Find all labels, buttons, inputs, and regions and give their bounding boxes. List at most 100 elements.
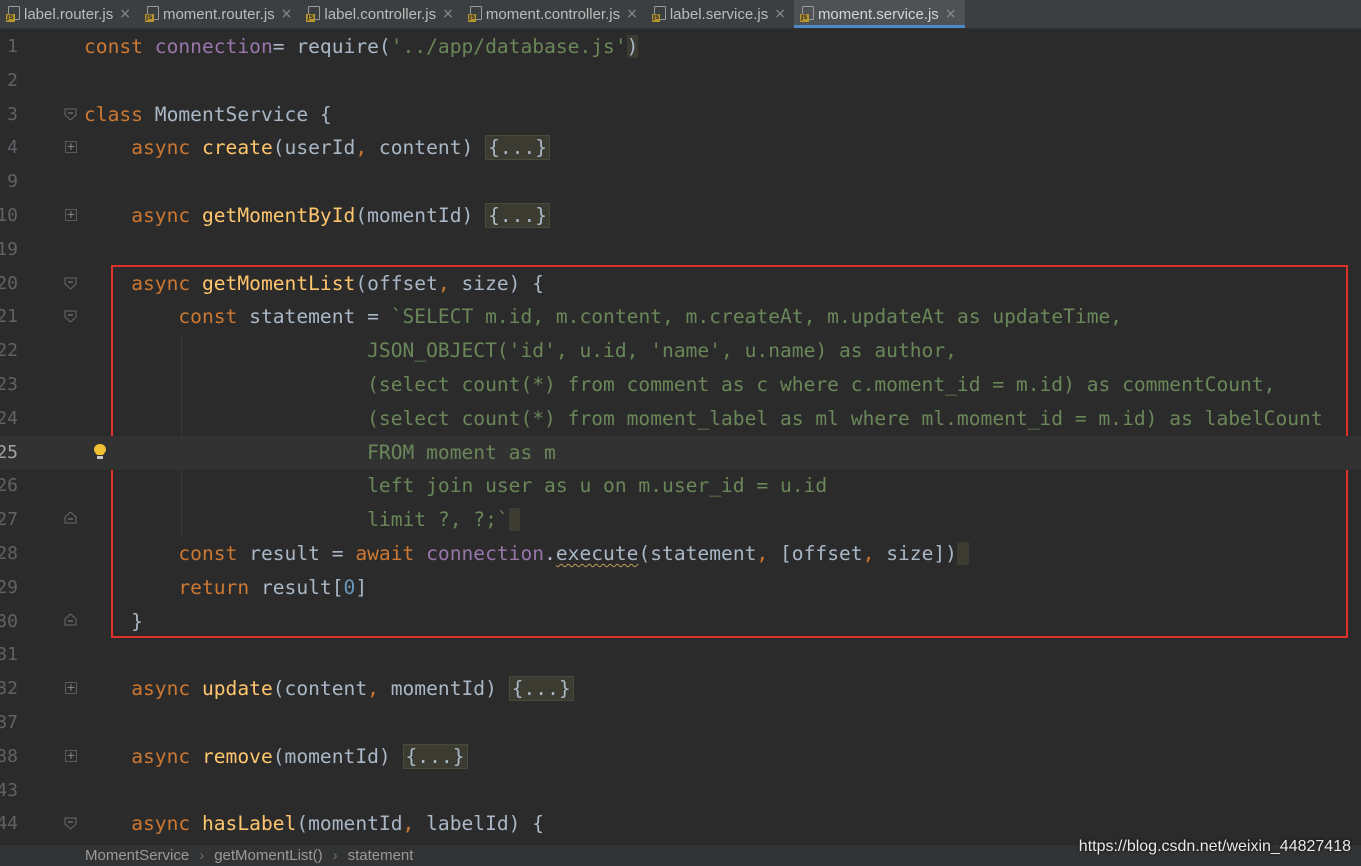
close-icon[interactable]: × — [442, 6, 454, 22]
folded-code-placeholder[interactable]: {...} — [485, 135, 551, 161]
line-number: 20 — [0, 272, 18, 294]
code-line[interactable]: 37 — [0, 706, 1361, 740]
code-line[interactable]: 26 left join user as u on m.user_id = u.… — [0, 469, 1361, 503]
close-icon[interactable]: × — [281, 6, 293, 22]
close-icon[interactable]: × — [945, 6, 957, 22]
close-icon[interactable]: × — [119, 6, 131, 22]
line-number: 19 — [0, 238, 18, 260]
editor-tab-bar: JS label.router.js × JS moment.router.js × JS l… — [0, 0, 1361, 29]
fold-expand-icon[interactable]: + — [65, 682, 77, 695]
close-icon[interactable]: × — [626, 6, 638, 22]
code-line[interactable]: 24 (select count(*) from moment_label as… — [0, 402, 1361, 436]
code-token: async — [131, 677, 202, 701]
tab-label-service-js[interactable]: JS label.service.js × — [646, 0, 794, 28]
code-token: getMomentById — [201, 204, 356, 227]
code-line[interactable]: 38 + async remove(momentId) {...} — [0, 740, 1361, 774]
code-line[interactable]: 9 — [0, 165, 1361, 199]
breadcrumb-item[interactable]: statement — [348, 847, 414, 864]
code-token: , — [367, 677, 391, 701]
line-number: 23 — [0, 374, 18, 395]
fold-expand-icon[interactable]: + — [65, 141, 77, 154]
fold-collapse-icon[interactable] — [64, 108, 77, 121]
code-token: (momentId) — [355, 204, 486, 227]
code-editor[interactable]: 1 const connection= require('../app/datab… — [0, 29, 1361, 844]
code-line[interactable]: 44 async hasLabel(momentId, labelId) { — [0, 807, 1361, 841]
line-number: 25 — [0, 441, 18, 463]
code-token: ] — [355, 575, 368, 599]
code-token: labelId) { — [426, 812, 545, 836]
close-icon[interactable]: × — [774, 6, 786, 22]
folded-code-placeholder[interactable]: {...} — [485, 203, 551, 228]
fold-end-icon[interactable] — [64, 612, 77, 626]
code-token: `SELECT m.id, m.content, m.createAt, m.u… — [390, 305, 1123, 329]
tab-label: moment.service.js — [817, 5, 939, 23]
breadcrumb-item[interactable]: getMomentList() — [214, 847, 322, 864]
folded-code-placeholder[interactable]: {...} — [402, 743, 468, 769]
fold-collapse-icon[interactable] — [64, 277, 77, 290]
code-line[interactable]: 29 return result[0] — [0, 571, 1361, 605]
code-line[interactable]: 10 + async getMomentById(momentId) {...} — [0, 199, 1361, 233]
code-token: remove — [201, 744, 273, 768]
code-line[interactable]: 20 async getMomentList(offset, size) { — [0, 267, 1361, 301]
code-line[interactable]: 1 const connection= require('../app/datab… — [0, 30, 1361, 64]
code-token: , — [437, 271, 462, 295]
code-line[interactable]: 43 — [0, 774, 1361, 808]
fold-expand-icon[interactable]: + — [65, 209, 77, 221]
tab-label: moment.router.js — [162, 5, 275, 23]
code-line[interactable]: 3 class MomentService { — [0, 98, 1361, 132]
code-line[interactable]: 19 — [0, 233, 1361, 267]
tab-label-controller-js[interactable]: JS label.controller.js × — [300, 0, 461, 28]
line-number: 4 — [7, 137, 18, 159]
tab-label-router-js[interactable]: JS label.router.js × — [0, 0, 139, 28]
code-token: result = — [249, 542, 356, 565]
code-line[interactable]: 28 const result = await connection.execu… — [0, 537, 1361, 571]
code-line[interactable]: 30 } — [0, 605, 1361, 639]
folded-code-placeholder[interactable]: {...} — [508, 676, 574, 702]
code-token: (offset — [355, 271, 438, 295]
tab-moment-service-js[interactable]: JS moment.service.js × — [793, 0, 965, 28]
fold-end-icon[interactable] — [64, 511, 77, 524]
code-text: const connection= require('../app/databa… — [84, 30, 639, 64]
code-text: const statement = `SELECT m.id, m.conten… — [84, 300, 1122, 334]
chevron-right-icon: › — [332, 847, 338, 864]
tab-moment-controller-js[interactable]: JS moment.controller.js × — [462, 0, 646, 28]
fold-collapse-icon[interactable] — [64, 310, 77, 324]
code-text: (select count(*) from moment_label as ml… — [84, 402, 1323, 436]
code-line[interactable]: 25 FROM moment as m — [0, 435, 1361, 470]
code-text: } — [84, 605, 143, 639]
code-line[interactable]: 4 + async create(userId, content) {...} — [0, 131, 1361, 165]
code-text: async hasLabel(momentId, labelId) { — [84, 807, 544, 841]
line-number: 37 — [0, 712, 18, 733]
line-number: 38 — [0, 745, 18, 767]
line-number: 10 — [0, 205, 18, 226]
code-token: async — [131, 812, 202, 836]
tab-moment-router-js[interactable]: JS moment.router.js × — [139, 0, 300, 28]
code-line[interactable]: 23 (select count(*) from comment as c wh… — [0, 368, 1361, 402]
code-line[interactable]: 32 + async update(content, momentId) {...… — [0, 672, 1361, 706]
code-token: async — [131, 271, 202, 295]
code-line[interactable]: 21 const statement = `SELECT m.id, m.con… — [0, 300, 1361, 334]
line-number: 28 — [0, 543, 18, 564]
code-token: size]) — [886, 542, 957, 565]
line-number: 2 — [7, 69, 18, 91]
fold-expand-icon[interactable]: + — [65, 749, 77, 762]
code-line[interactable]: 2 — [0, 64, 1361, 98]
code-token: connection — [154, 35, 273, 58]
code-token: = require( — [272, 35, 391, 58]
code-line[interactable]: 22 JSON_OBJECT('id', u.id, 'name', u.nam… — [0, 334, 1361, 368]
fold-collapse-icon[interactable] — [64, 817, 77, 831]
code-token — [956, 542, 969, 565]
code-token: (userId — [272, 136, 356, 160]
code-token: (momentId — [296, 812, 403, 836]
code-line[interactable]: 31 — [0, 638, 1361, 672]
breadcrumb-item[interactable]: MomentService — [85, 847, 189, 864]
code-text: async getMomentList(offset, size) { — [84, 267, 544, 301]
code-line[interactable]: 27 limit ?, ?;` — [0, 503, 1361, 537]
